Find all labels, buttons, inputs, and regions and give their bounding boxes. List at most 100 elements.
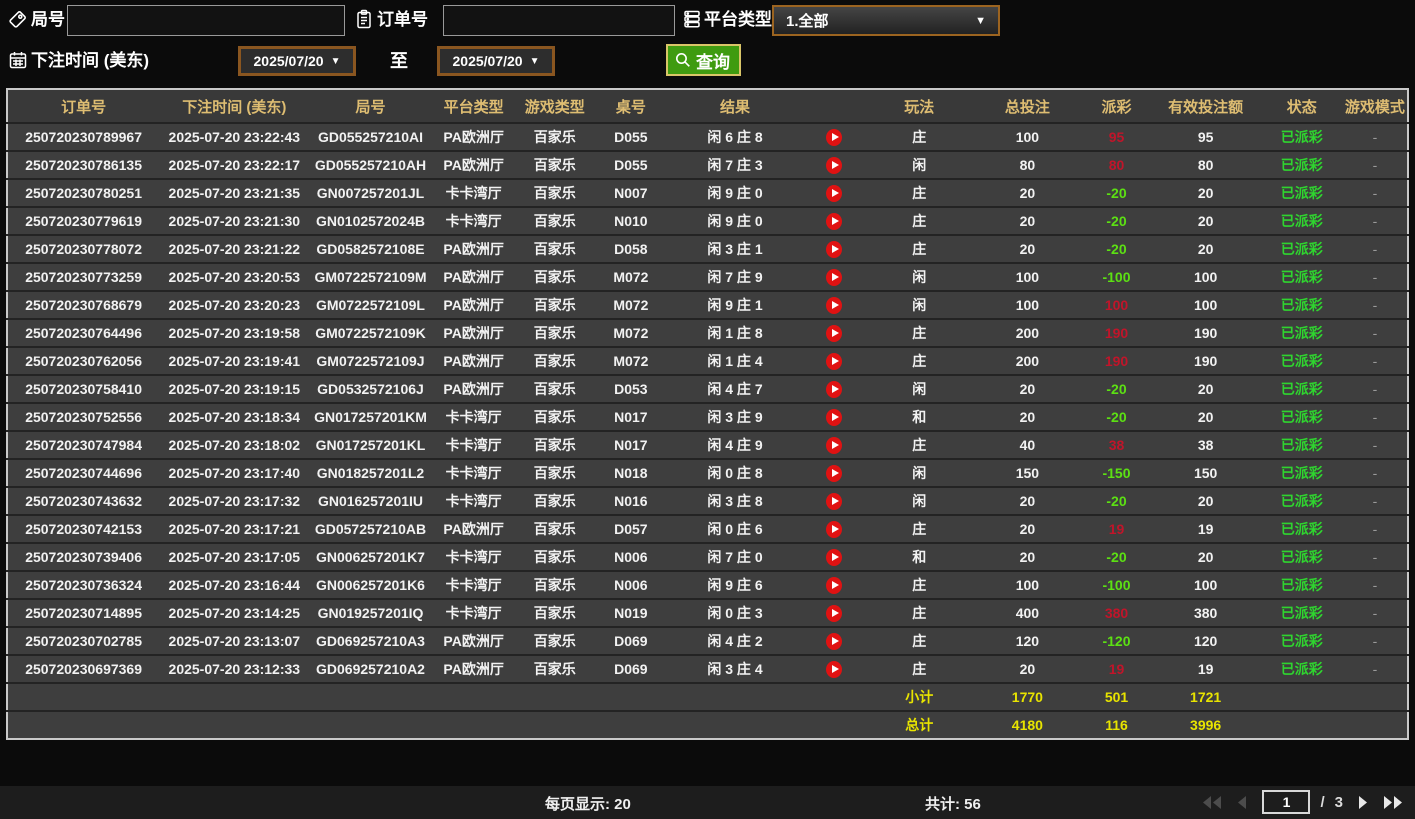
game-mode-cell: - xyxy=(1342,570,1408,599)
play-icon[interactable] xyxy=(826,548,843,566)
payout-cell: -20 xyxy=(1082,486,1151,515)
game-type-cell: 百家乐 xyxy=(515,458,594,487)
play-icon[interactable] xyxy=(826,324,843,342)
play-icon[interactable] xyxy=(826,156,843,174)
order-no-input[interactable] xyxy=(443,5,675,36)
play-icon[interactable] xyxy=(826,296,843,314)
play-icon[interactable] xyxy=(826,632,843,650)
bet-type-cell: 庄 xyxy=(866,598,973,627)
round-no-cell: GM0722572109L xyxy=(309,290,432,319)
play-icon[interactable] xyxy=(826,380,843,398)
play-icon[interactable] xyxy=(826,604,843,622)
payout-cell: -20 xyxy=(1082,374,1151,403)
play-icon[interactable] xyxy=(826,184,843,202)
table-row: 250720230752556 2025-07-20 23:18:34 GN0172… xyxy=(7,402,1408,431)
total-bet-cell: 20 xyxy=(972,402,1083,431)
table-no-cell: M072 xyxy=(593,346,668,375)
order-no-cell: 250720230742153 xyxy=(7,514,160,543)
valid-bet-cell: 20 xyxy=(1150,542,1261,571)
next-page-icon[interactable] xyxy=(1353,795,1373,810)
bet-type-cell: 庄 xyxy=(866,178,973,207)
total-bet-cell: 100 xyxy=(972,262,1083,291)
payout-cell: -100 xyxy=(1082,262,1151,291)
column-header: 订单号 xyxy=(7,89,160,123)
search-button[interactable]: 查询 xyxy=(666,44,741,76)
round-no-cell: GN007257201JL xyxy=(309,178,432,207)
play-icon[interactable] xyxy=(826,660,843,678)
order-no-cell: 250720230780251 xyxy=(7,178,160,207)
play-icon[interactable] xyxy=(826,268,843,286)
play-icon[interactable] xyxy=(826,436,843,454)
result-cell: 闲 1 庄 4 xyxy=(667,346,803,375)
round-no-cell: GN006257201K7 xyxy=(309,542,432,571)
game-no-input[interactable] xyxy=(67,5,345,36)
platform-cell: PA欧洲厅 xyxy=(431,514,516,543)
footer-bar: 每页显示: 20 共计: 56 / 3 xyxy=(0,786,1415,819)
platform-type-select[interactable]: 1.全部 ▼ xyxy=(772,5,1000,36)
total-bet-cell: 20 xyxy=(972,654,1083,683)
platform-cell: 卡卡湾厅 xyxy=(431,542,516,571)
game-mode-cell: - xyxy=(1342,402,1408,431)
game-mode-cell: - xyxy=(1342,654,1408,683)
bet-type-cell: 庄 xyxy=(866,234,973,263)
payout-cell: 38 xyxy=(1082,430,1151,459)
play-icon[interactable] xyxy=(826,576,843,594)
game-mode-cell: - xyxy=(1342,598,1408,627)
first-page-icon[interactable] xyxy=(1202,795,1222,810)
order-no-cell: 250720230786135 xyxy=(7,150,160,179)
play-icon[interactable] xyxy=(826,128,843,146)
status-cell: 已派彩 xyxy=(1260,290,1343,319)
bet-type-cell: 庄 xyxy=(866,570,973,599)
date-from-picker[interactable]: 2025/07/20 ▼ xyxy=(238,46,356,76)
play-icon[interactable] xyxy=(826,464,843,482)
platform-cell: 卡卡湾厅 xyxy=(431,570,516,599)
order-no-cell: 250720230744696 xyxy=(7,458,160,487)
pagination: / 3 xyxy=(1202,790,1403,814)
header-row: 订单号 下注时间 (美东) 局号 平台类型 游戏类型 桌号 结果 玩法 总投注 派彩 有效投注额 状态… xyxy=(7,89,1408,123)
play-icon[interactable] xyxy=(826,492,843,510)
result-cell: 闲 1 庄 8 xyxy=(667,318,803,347)
prev-page-icon[interactable] xyxy=(1232,795,1252,810)
play-cell xyxy=(802,346,867,375)
table-row: 250720230736324 2025-07-20 23:16:44 GN0062… xyxy=(7,570,1408,599)
result-cell: 闲 3 庄 4 xyxy=(667,654,803,683)
status-cell: 已派彩 xyxy=(1260,122,1343,151)
status-cell: 已派彩 xyxy=(1260,318,1343,347)
valid-bet-cell: 38 xyxy=(1150,430,1261,459)
platform-cell: PA欧洲厅 xyxy=(431,262,516,291)
play-cell xyxy=(802,122,867,151)
play-cell xyxy=(802,514,867,543)
bet-type-cell: 闲 xyxy=(866,150,973,179)
valid-bet-cell: 100 xyxy=(1150,290,1261,319)
game-type-cell: 百家乐 xyxy=(515,598,594,627)
table-row: 250720230786135 2025-07-20 23:22:17 GD0552… xyxy=(7,150,1408,179)
round-no-cell: GD0582572108E xyxy=(309,234,432,263)
round-no-cell: GM0722572109J xyxy=(309,346,432,375)
round-no-cell: GD055257210AH xyxy=(309,150,432,179)
play-cell xyxy=(802,598,867,627)
play-icon[interactable] xyxy=(826,520,843,538)
game-type-cell: 百家乐 xyxy=(515,430,594,459)
subtotal-row: 小计 1770 501 1721 xyxy=(7,682,1408,711)
date-from-value: 2025/07/20 xyxy=(253,53,324,69)
play-icon[interactable] xyxy=(826,352,843,370)
round-no-cell: GD0532572106J xyxy=(309,374,432,403)
play-icon[interactable] xyxy=(826,212,843,230)
platform-cell: 卡卡湾厅 xyxy=(431,598,516,627)
play-icon[interactable] xyxy=(826,408,843,426)
column-header: 有效投注额 xyxy=(1150,89,1261,123)
payout-cell: -20 xyxy=(1082,178,1151,207)
page-number-input[interactable] xyxy=(1262,790,1311,814)
table-row: 250720230697369 2025-07-20 23:12:33 GD0692… xyxy=(7,654,1408,683)
last-page-icon[interactable] xyxy=(1383,795,1403,810)
payout-cell: 190 xyxy=(1082,318,1151,347)
platform-cell: 卡卡湾厅 xyxy=(431,402,516,431)
valid-bet-cell: 19 xyxy=(1150,514,1261,543)
status-cell: 已派彩 xyxy=(1260,654,1343,683)
table-row: 250720230762056 2025-07-20 23:19:41 GM0722… xyxy=(7,346,1408,375)
date-to-picker[interactable]: 2025/07/20 ▼ xyxy=(437,46,555,76)
status-cell: 已派彩 xyxy=(1260,402,1343,431)
play-icon[interactable] xyxy=(826,240,843,258)
status-cell: 已派彩 xyxy=(1260,626,1343,655)
round-no-cell: GN017257201KL xyxy=(309,430,432,459)
